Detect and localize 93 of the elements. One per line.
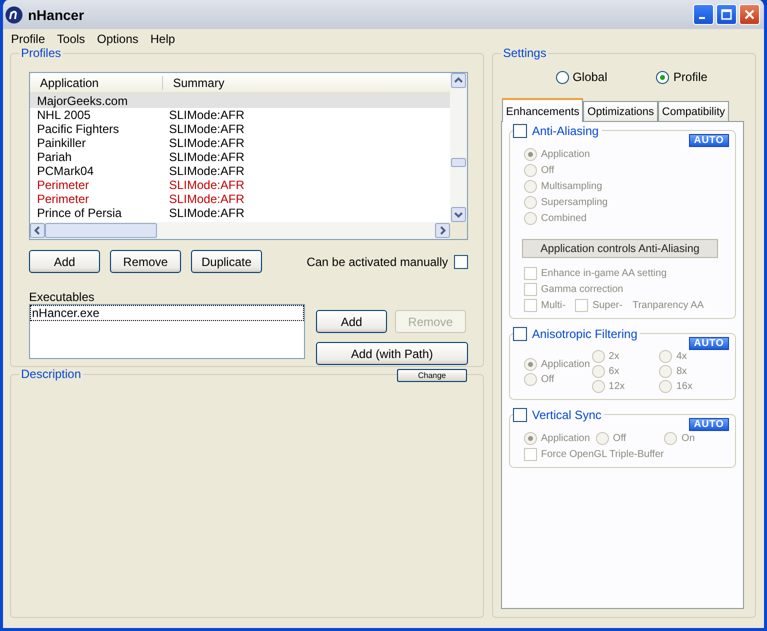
table-cell-text: SLIMode:AFR [168, 178, 244, 192]
checkbox-label: Force OpenGL Triple-Buffer [541, 448, 664, 460]
checkbox[interactable] [513, 327, 527, 341]
table-cell-text: SLIMode:AFR [168, 164, 244, 178]
profile-list[interactable] [29, 72, 468, 240]
scrollbar-corner [450, 222, 467, 239]
column-header[interactable]: Summary [163, 76, 224, 90]
selected-row[interactable]: MajorGeeks.com [30, 94, 450, 108]
scroll-right-icon[interactable] [438, 226, 447, 235]
checkbox[interactable] [454, 254, 468, 268]
radio-label: Application [541, 432, 590, 444]
radio-label: Global [572, 70, 608, 84]
table-cell-text: NHL 2005 [36, 108, 92, 122]
executables-list[interactable]: nHancer.exe [29, 304, 305, 359]
radio-label: Off [541, 374, 554, 384]
radio-label: On [681, 432, 695, 444]
maximize-icon[interactable] [721, 9, 732, 20]
table-cell-text: Perimeter [36, 178, 90, 192]
horizontal-scrollbar[interactable] [30, 222, 450, 239]
vertical-scrollbar[interactable] [450, 73, 467, 222]
section-title: Anisotropic Filtering [532, 327, 638, 341]
checkbox-label: Super- [592, 300, 622, 310]
window-title: nHancer [28, 6, 86, 22]
scroll-thumb[interactable] [45, 223, 157, 238]
button[interactable]: Duplicate [191, 250, 262, 273]
radio-label: Off [612, 432, 626, 444]
radio-label: Application [541, 148, 590, 160]
table-cell-text: SLIMode:AFR [168, 136, 244, 150]
group-title: Profiles [19, 46, 64, 60]
option-label: Tranparency AA [632, 300, 704, 310]
table-cell-text: PCMark04 [36, 164, 95, 178]
auto-badge: AUTO [688, 337, 729, 350]
radio-label: 16x [676, 381, 692, 392]
menu-item[interactable]: Profile [5, 30, 52, 48]
table-cell-text: Prince of Persia [36, 206, 123, 220]
menu-item[interactable]: Options [91, 30, 144, 48]
radio-label: 4x [676, 351, 687, 362]
checkbox-label: Gamma correction [541, 284, 624, 294]
checkbox[interactable] [513, 124, 527, 138]
scroll-left-icon[interactable] [33, 226, 42, 235]
radio-label: Supersampling [541, 196, 608, 208]
auto-badge: AUTO [688, 418, 729, 431]
maximize-button[interactable] [716, 4, 737, 25]
checkbox-label: Can be activated manually [306, 254, 448, 268]
close-icon[interactable] [744, 9, 755, 20]
group-title: Settings [501, 46, 548, 60]
section-title: Anti-Aliasing [532, 124, 599, 138]
radio-label: 12x [608, 381, 625, 392]
app-icon [5, 6, 23, 24]
radio-label: Multisampling [541, 180, 602, 192]
change-button[interactable]: Change [397, 369, 467, 382]
minimize-button[interactable] [693, 4, 714, 25]
button[interactable]: Add (with Path) [316, 342, 468, 365]
table-cell-text: SLIMode:AFR [168, 206, 244, 220]
table-cell-text: SLIMode:AFR [168, 192, 244, 206]
checkbox-label: Multi- [541, 300, 566, 310]
radio-label: 2x [608, 351, 620, 362]
table-cell-text: Painkiller [36, 136, 87, 150]
table-cell-text: SLIMode:AFR [168, 122, 244, 136]
table-cell-text: MajorGeeks.com [36, 94, 129, 108]
field-label: Executables [29, 290, 96, 304]
scroll-down-icon[interactable] [454, 210, 463, 219]
radio-button[interactable] [556, 70, 569, 84]
menu-item[interactable]: Tools [51, 30, 92, 48]
radio-button[interactable] [656, 70, 670, 84]
section-title: Vertical Sync [532, 408, 602, 422]
list-item[interactable]: nHancer.exe [31, 306, 303, 320]
radio-label: 8x [676, 366, 687, 377]
table-cell-text: Perimeter [36, 192, 90, 206]
radio-label: Application [541, 358, 590, 370]
table-cell-text: Pacific Fighters [36, 122, 120, 136]
table-cell-text: SLIMode:AFR [168, 108, 244, 122]
radio-label: Profile [673, 70, 708, 84]
checkbox[interactable] [513, 408, 527, 422]
group-title: Description [19, 367, 84, 381]
menu-item[interactable]: Help [144, 30, 182, 48]
tab[interactable]: Enhancements [502, 98, 584, 122]
close-button[interactable] [739, 4, 760, 25]
radio-label: 6x [608, 366, 620, 377]
scroll-thumb[interactable] [451, 158, 466, 167]
button[interactable]: Remove [110, 250, 181, 273]
button[interactable]: Add [316, 310, 387, 333]
button[interactable]: Add [29, 250, 100, 273]
scroll-up-icon[interactable] [454, 76, 463, 85]
radio-label: Combined [541, 212, 587, 224]
table-cell-text: Pariah [36, 150, 73, 164]
tab[interactable]: Compatibility [658, 101, 729, 121]
checkbox-label: Enhance in-game AA setting [541, 268, 667, 278]
radio-label: Off [541, 164, 554, 176]
auto-badge: AUTO [688, 134, 729, 147]
column-header[interactable]: Application [30, 76, 163, 90]
table-cell-text: SLIMode:AFR [168, 150, 244, 164]
tab[interactable]: Optimizations [583, 101, 658, 121]
